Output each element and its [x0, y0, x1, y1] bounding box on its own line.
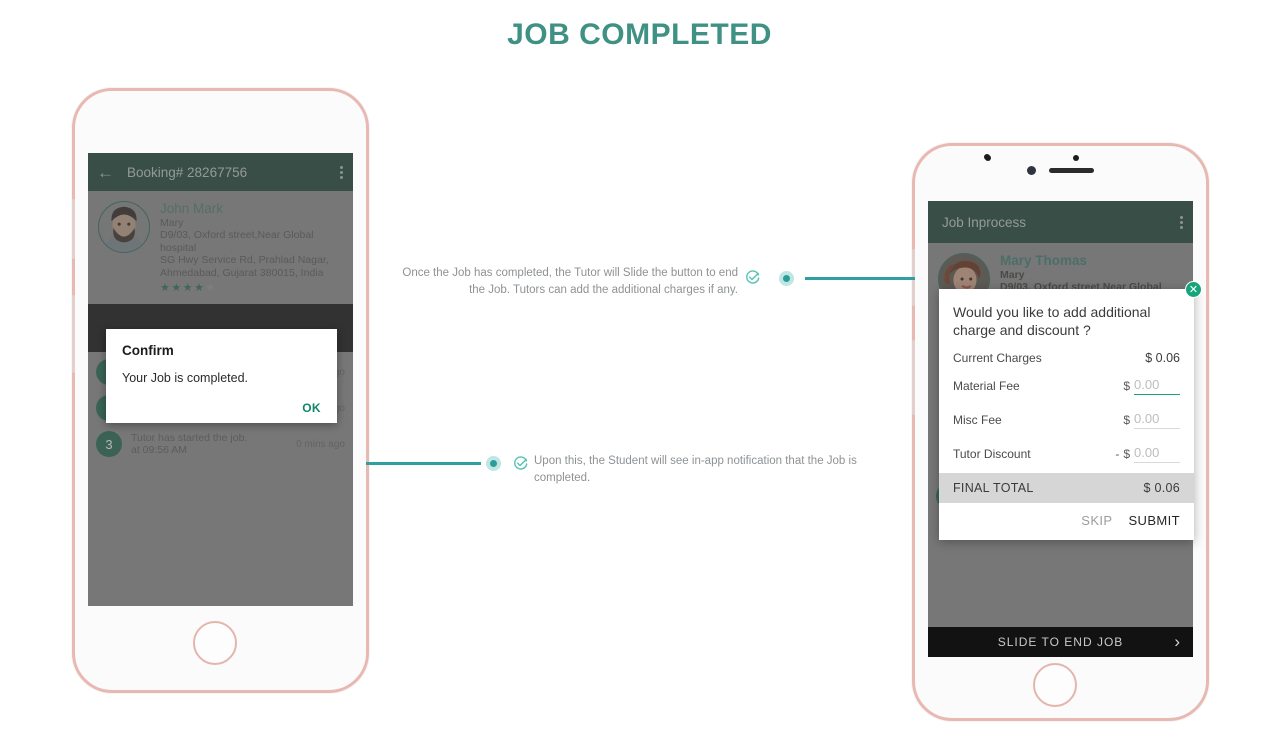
confirm-dialog: Confirm Your Job is completed. OK	[106, 329, 337, 423]
final-total-label: FINAL TOTAL	[953, 481, 1034, 495]
avatar-image	[99, 202, 149, 252]
row-label: Current Charges	[953, 351, 1042, 365]
final-total-row: FINAL TOTAL $ 0.06	[939, 473, 1194, 503]
skip-button[interactable]: SKIP	[1081, 513, 1112, 528]
left-profile-card: John Mark Mary D9/03, Oxford street,Near…	[88, 191, 353, 298]
home-button[interactable]	[193, 621, 237, 665]
annotation-slide-to-end-text: Once the Job has completed, the Tutor wi…	[402, 267, 738, 296]
minus-sign-icon: -	[1115, 447, 1120, 461]
right-profile-subname: Mary	[1000, 269, 1025, 281]
right-phone-proximity-icon	[985, 155, 991, 161]
step-time: at 09:56 AM	[131, 444, 188, 457]
charge-row-tutor-discount: Tutor Discount - $ 0.00	[939, 435, 1194, 473]
check-circle-icon	[513, 456, 528, 474]
arrow-left-icon[interactable]: ←	[97, 164, 114, 181]
misc-fee-field-group: $ 0.00	[1123, 411, 1180, 429]
charge-row-material-fee: Material Fee $ 0.00	[939, 371, 1194, 401]
connector-dot-icon	[486, 456, 501, 471]
right-phone-front-camera-icon	[1027, 166, 1036, 175]
row-value: $ 0.06	[1145, 351, 1180, 365]
slide-to-end-job-button[interactable]: SLIDE TO END JOB ›	[928, 627, 1193, 657]
home-button[interactable]	[1033, 663, 1077, 707]
left-profile-address-4: Ahmedabad, Gujarat 380015, India	[160, 266, 324, 279]
star-filled-icon: ★	[182, 282, 195, 295]
left-profile-info: John Mark Mary D9/03, Oxford street,Near…	[160, 201, 329, 294]
left-profile-name: John Mark	[160, 201, 224, 216]
list-item: 3 Tutor has started the job. at 09:56 AM…	[88, 426, 353, 462]
star-filled-icon: ★	[171, 282, 183, 295]
connector-line	[366, 462, 481, 465]
connector-line	[805, 277, 915, 280]
left-phone: ← Booking# 28267756 John Mark Mary D9/03…	[72, 88, 369, 693]
star-filled-icon: ★	[194, 282, 206, 295]
step-badge: 3	[96, 431, 122, 458]
tutor-discount-field-group: - $ 0.00	[1115, 445, 1180, 463]
left-profile-address-1: D9/03, Oxford street,Near Global	[160, 229, 314, 242]
connector-dot-icon	[779, 271, 794, 286]
row-label: Misc Fee	[953, 413, 1002, 427]
page-root: JOB COMPLETED ← Booking# 28267756 John M…	[0, 0, 1279, 753]
charge-dialog-actions: SKIP SUBMIT	[939, 503, 1194, 540]
left-appbar: ← Booking# 28267756	[88, 153, 353, 191]
charge-row-misc-fee: Misc Fee $ 0.00	[939, 401, 1194, 435]
confirm-dialog-title: Confirm	[122, 343, 174, 358]
material-fee-input[interactable]: 0.00	[1134, 377, 1180, 395]
step-ago: 0 mins ago	[296, 438, 345, 450]
confirm-dialog-message: Your Job is completed.	[122, 371, 249, 385]
additional-charge-dialog: ✕ Would you like to add additional charg…	[939, 281, 1202, 540]
slide-button-label: SLIDE TO END JOB	[997, 635, 1124, 649]
currency-symbol: $	[1123, 447, 1130, 461]
currency-symbol: $	[1123, 379, 1130, 393]
kebab-menu-icon[interactable]	[1180, 215, 1183, 229]
tutor-discount-input[interactable]: 0.00	[1134, 445, 1180, 463]
misc-fee-input[interactable]: 0.00	[1134, 411, 1180, 429]
row-label: Tutor Discount	[953, 447, 1031, 461]
left-appbar-title: Booking# 28267756	[127, 164, 248, 180]
page-title: JOB COMPLETED	[507, 18, 772, 51]
left-profile-address-2: hospital	[160, 241, 197, 254]
right-appbar: Job Inprocess	[928, 201, 1193, 243]
right-phone-top-sensor-icon	[1073, 155, 1079, 161]
check-circle-svg	[514, 456, 528, 470]
right-phone-earpiece	[1049, 168, 1094, 173]
right-profile-name: Mary Thomas	[1000, 253, 1088, 268]
kebab-menu-icon[interactable]	[340, 165, 343, 179]
submit-button[interactable]: SUBMIT	[1128, 513, 1180, 528]
annotation-student-notification-text: Upon this, the Student will see in-app n…	[534, 455, 857, 484]
star-empty-icon: ★	[205, 282, 217, 295]
close-circle-icon[interactable]: ✕	[1185, 281, 1202, 298]
charge-row-current-charges: Current Charges $ 0.06	[939, 345, 1194, 371]
avatar	[98, 201, 150, 253]
final-total-value: $ 0.06	[1143, 481, 1180, 495]
amount-value: 0.06	[1155, 351, 1180, 365]
currency-symbol: $	[1123, 413, 1130, 427]
currency-symbol: $	[1145, 351, 1153, 365]
right-appbar-title: Job Inprocess	[942, 214, 1027, 230]
row-label: Material Fee	[953, 379, 1020, 393]
ok-button[interactable]: OK	[122, 401, 321, 415]
left-profile-address-3: SG Hwy Service Rd, Prahlad Nagar,	[160, 254, 329, 267]
step-text: Tutor has started the job. at 09:56 AM	[131, 432, 296, 457]
chevron-right-icon: ›	[1174, 632, 1181, 651]
check-circle-icon	[745, 270, 760, 288]
right-phone: Job Inprocess Mary Thomas Mary D9/03, Ox…	[912, 143, 1209, 721]
charge-dialog-question: Would you like to add additional charge …	[953, 304, 1151, 338]
step-title: Tutor has started the job.	[131, 431, 248, 444]
rating-stars: ★★★★★	[160, 281, 329, 294]
material-fee-field-group: $ 0.00	[1123, 377, 1180, 395]
check-circle-svg	[746, 270, 760, 284]
left-profile-subname: Mary	[160, 217, 184, 229]
star-filled-icon: ★	[160, 282, 172, 295]
